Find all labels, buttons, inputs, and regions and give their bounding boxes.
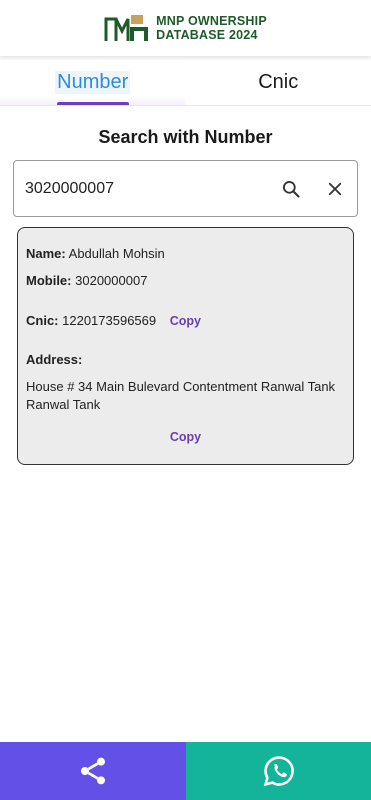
app-logo: MNP OWNERSHIP DATABASE 2024 (104, 13, 267, 43)
name-row: Name: Abdullah Mohsin (26, 246, 165, 261)
search-title: Search with Number (98, 127, 273, 147)
cnic-label: Cnic: (26, 313, 59, 328)
tab-number[interactable]: Number (0, 60, 186, 105)
cnic-value: 1220173596569 (62, 313, 157, 328)
mobile-label: Mobile: (26, 273, 72, 288)
share-button[interactable] (0, 742, 186, 800)
name-label: Name: (26, 246, 66, 261)
tab-number-label: Number (55, 71, 131, 94)
app-title-line1: MNP OWNERSHIP (156, 14, 267, 28)
address-label-row: Address: (26, 352, 82, 367)
clear-button[interactable] (313, 167, 357, 211)
tab-cnic[interactable]: Cnic (186, 60, 371, 105)
name-value: Abdullah Mohsin (68, 246, 165, 261)
app-title-line2: DATABASE 2024 (156, 28, 258, 42)
bottom-action-bar (0, 742, 371, 800)
search-input-value[interactable]: 3020000007 (25, 180, 269, 198)
cnic-copy-button[interactable]: Copy (170, 314, 201, 328)
search-field[interactable]: 3020000007 (13, 160, 358, 217)
share-icon (81, 757, 105, 785)
address-value: House # 34 Main Bulevard Contentment Ran… (26, 379, 336, 412)
search-icon (283, 180, 300, 197)
address-copy-button[interactable]: Copy (170, 430, 201, 444)
app-header: MNP OWNERSHIP DATABASE 2024 (0, 0, 371, 56)
address-label: Address: (26, 352, 83, 367)
address-copy-row: Copy (18, 428, 353, 446)
close-icon (328, 182, 342, 195)
tab-active-indicator (57, 102, 129, 105)
mobile-row: Mobile: 3020000007 (26, 273, 147, 288)
search-button[interactable] (269, 167, 313, 211)
result-card: Name: Abdullah Mohsin Mobile: 3020000007… (17, 227, 354, 465)
whatsapp-icon (263, 756, 294, 787)
app-title: MNP OWNERSHIP DATABASE 2024 (156, 14, 267, 42)
tab-bar: Number Cnic (0, 60, 371, 106)
cnic-row: Cnic: 1220173596569 Copy (26, 313, 201, 328)
mobile-value: 3020000007 (75, 273, 148, 288)
tab-cnic-label: Cnic (258, 71, 299, 93)
whatsapp-button[interactable] (186, 742, 371, 800)
mnp-logo-icon (104, 15, 149, 41)
